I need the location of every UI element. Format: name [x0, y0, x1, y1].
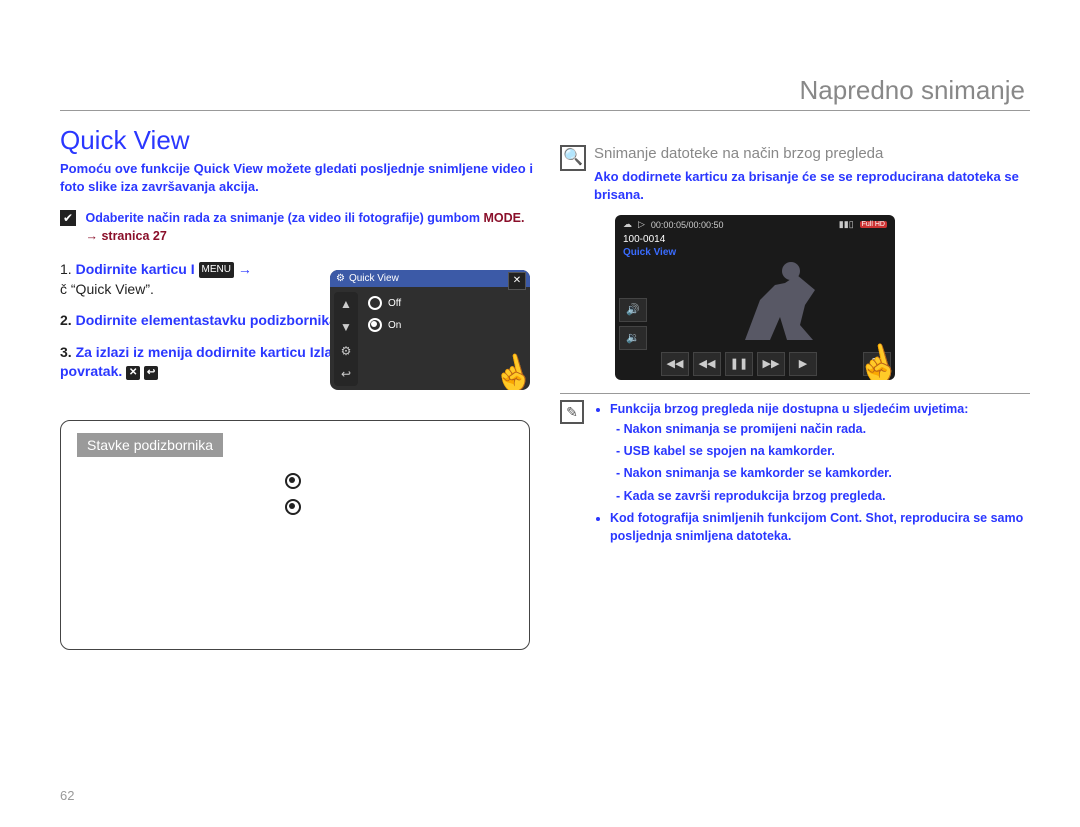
note-sub: USB kabel se spojen na kamkorder. [616, 442, 1030, 460]
note-sub: Nakon snimanja se kamkorder se kamkorder… [616, 464, 1030, 482]
page-ref: → stranica 27 [85, 229, 166, 243]
step-3: 3. Za izlazi iz menija dodirnite karticu… [60, 343, 360, 382]
battery-icon: ▮▮▯ [839, 219, 854, 230]
note-box: ✎ Funkcija brzog pregleda nije dostupna … [560, 400, 1030, 549]
manual-page: Napredno snimanje Quick View Pomoću ove … [0, 0, 1080, 827]
clip-counter: 100-0014 [615, 234, 895, 245]
step1-target: č “Quick View”. [60, 281, 154, 297]
up-icon[interactable]: ▲ [340, 297, 352, 311]
rewind-button[interactable]: ◀◀ [661, 352, 689, 376]
volume-down-button[interactable]: 🔉 [619, 326, 647, 350]
step-number: 3. [60, 344, 72, 360]
playback-time: 00:00:05/00:00:50 [651, 220, 724, 230]
page-number: 62 [60, 788, 74, 803]
mode-label: MODE. [484, 211, 525, 225]
intro-text: Pomoću ove funkcije Quick View možete gl… [60, 160, 550, 195]
close-icon[interactable]: ✕ [508, 272, 526, 290]
step1-pre: Dodirnite karticu I [76, 261, 195, 277]
steps: 1. Dodirnite karticu I MENU → č “Quick V… [60, 260, 360, 394]
check-icon: ✔ [60, 210, 76, 226]
radio-on-icon [285, 499, 301, 515]
step-number: 1. [60, 261, 72, 277]
back-icon[interactable]: ↩ [341, 367, 351, 381]
mode-note: ✔ Odaberite način rada za snimanje (za v… [60, 210, 550, 245]
page-title: Quick View [60, 125, 190, 156]
preview-header: 🔍 Snimanje datoteke na način brzog pregl… [560, 145, 1020, 203]
play-button[interactable]: ▶ [789, 352, 817, 376]
settings-icon[interactable]: ⚙ [341, 344, 352, 358]
section-header: Napredno snimanje [800, 75, 1025, 106]
preview-title: Snimanje datoteke na način brzog pregled… [594, 145, 1020, 162]
down-icon[interactable]: ▼ [340, 320, 352, 334]
back-icon: ↩ [144, 366, 158, 380]
pause-button[interactable]: ❚❚ [725, 352, 753, 376]
submenu-items-label: Stavke podizbornika [77, 433, 223, 457]
radio-off-icon [368, 296, 382, 310]
submenu-illustration: ⚙ Quick View ✕ ▲ ▼ ⚙ ↩ Off On ☝ [330, 270, 530, 390]
mode-note-line1: Odaberite način rada za snimanje (za vid… [85, 211, 480, 225]
touch-hand-icon: ☝ [487, 349, 530, 390]
radio-on-icon [285, 473, 301, 489]
note-icon: ✎ [560, 400, 584, 424]
header-rule [60, 110, 1030, 111]
playback-illustration: ☁ ▷ 00:00:05/00:00:50 ▮▮▯ Full HD 100-00… [615, 215, 895, 380]
option-off[interactable]: Off [362, 292, 526, 314]
step3-text: Za izlazi iz menija dodirnite karticu Iz… [60, 344, 359, 380]
submenu-titlebar: ⚙ Quick View [330, 270, 530, 287]
step2-text: Dodirnite elementastavku podizbornika. [76, 312, 341, 328]
option-off-label: Off [388, 298, 401, 309]
fullhd-badge: Full HD [860, 221, 887, 228]
magnifier-icon: 🔍 [560, 145, 586, 171]
subitem-row [77, 467, 513, 493]
option-on[interactable]: On [362, 314, 526, 336]
silhouette-graphic [705, 245, 855, 345]
close-icon: ✕ [126, 366, 140, 380]
radio-on-icon [368, 318, 382, 332]
step-1: 1. Dodirnite karticu I MENU → č “Quick V… [60, 260, 360, 299]
submenu-nav: ▲ ▼ ⚙ ↩ [334, 292, 358, 386]
preview-desc: Ako dodirnete karticu za brisanje će se … [594, 168, 1020, 203]
gear-icon: ⚙ [336, 273, 345, 284]
note-sub: Kada se završi reprodukcija brzog pregle… [616, 487, 1030, 505]
step1-arrow: → [238, 261, 252, 277]
subitem-row [77, 493, 513, 519]
cloud-icon: ☁ [623, 219, 632, 230]
touch-hand-icon: ☝ [852, 339, 895, 380]
step-2: 2. Dodirnite elementastavku podizbornika… [60, 311, 360, 331]
step-number: 2. [60, 312, 72, 328]
option-on-label: On [388, 320, 401, 331]
note-trailing: Kod fotografija snimljenih funkcijom Con… [610, 509, 1030, 545]
note-lead: Funkcija brzog pregleda nije dostupna u … [610, 400, 1030, 505]
separator [560, 393, 1030, 394]
menu-keycap: MENU [199, 262, 234, 278]
next-button[interactable]: ▶▶ [757, 352, 785, 376]
submenu-items-box: Stavke podizbornika [60, 420, 530, 650]
play-indicator-icon: ▷ [638, 219, 645, 230]
volume-up-button[interactable]: 🔊 [619, 298, 647, 322]
submenu-title: Quick View [349, 273, 399, 284]
prev-button[interactable]: ◀◀ [693, 352, 721, 376]
note-sub: Nakon snimanja se promijeni način rada. [616, 420, 1030, 438]
